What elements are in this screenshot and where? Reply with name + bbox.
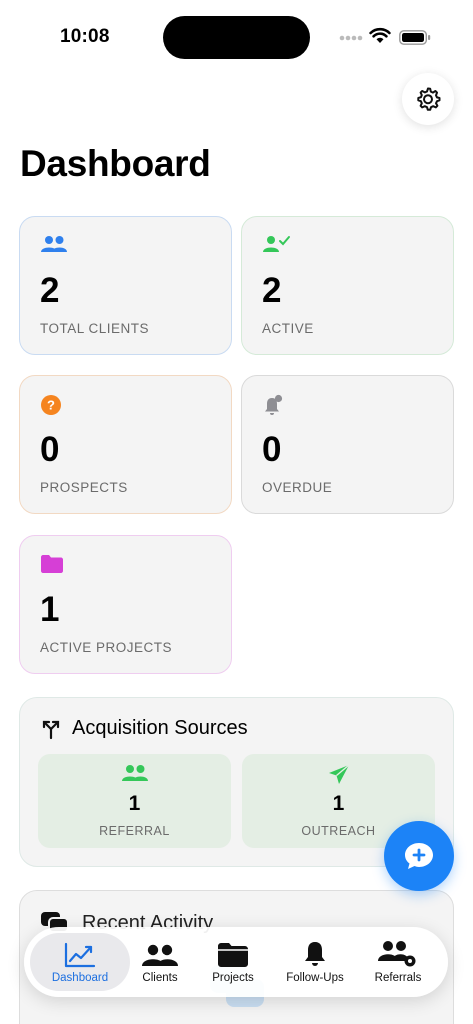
- tab-dashboard[interactable]: Dashboard: [30, 933, 130, 991]
- overdue-card[interactable]: 0 OVERDUE: [241, 375, 454, 514]
- stat-value: 2: [40, 271, 60, 310]
- people-gear-icon: [378, 938, 418, 968]
- stat-label: ACTIVE: [262, 321, 314, 336]
- tab-referrals[interactable]: Referrals: [358, 933, 438, 991]
- tab-label: Projects: [212, 972, 254, 984]
- stat-value: 0: [262, 430, 282, 469]
- settings-button[interactable]: [402, 73, 454, 125]
- people-icon: [40, 235, 68, 260]
- gear-icon: [417, 87, 441, 111]
- person-check-icon: [262, 235, 292, 260]
- total-clients-card[interactable]: 2 TOTAL CLIENTS: [19, 216, 232, 355]
- source-label: REFERRAL: [99, 824, 170, 838]
- wifi-icon: [369, 27, 391, 43]
- stat-label: OVERDUE: [262, 480, 333, 495]
- tab-label: Clients: [142, 972, 178, 984]
- stat-label: TOTAL CLIENTS: [40, 321, 150, 336]
- new-message-button[interactable]: [384, 821, 454, 891]
- stat-value: 0: [40, 430, 60, 469]
- bell-badge-icon: [262, 394, 286, 423]
- prospects-card[interactable]: ? 0 PROSPECTS: [19, 375, 232, 514]
- folder-icon: [217, 938, 249, 968]
- tab-bar: Dashboard Clients Projects Follow-Ups Re…: [24, 927, 448, 997]
- page-title: Dashboard: [20, 143, 211, 184]
- paperplane-icon: [242, 764, 435, 791]
- battery-icon: [399, 30, 431, 45]
- cellular-signal-icon: [339, 35, 363, 41]
- tab-label: Dashboard: [51, 972, 109, 984]
- active-projects-card[interactable]: 1 ACTIVE PROJECTS: [19, 535, 232, 674]
- svg-text:?: ?: [47, 398, 55, 413]
- chart-line-icon: [64, 938, 96, 968]
- tab-follow-ups[interactable]: Follow-Ups: [275, 933, 355, 991]
- referral-source-tile[interactable]: 1 REFERRAL: [38, 754, 231, 848]
- active-card[interactable]: 2 ACTIVE: [241, 216, 454, 355]
- source-value: 1: [128, 792, 141, 815]
- tab-label: Referrals: [374, 972, 422, 984]
- stat-label: ACTIVE PROJECTS: [40, 640, 173, 655]
- question-circle-icon: ?: [40, 394, 62, 421]
- source-value: 1: [332, 792, 345, 815]
- stat-value: 1: [40, 590, 60, 629]
- stat-label: PROSPECTS: [40, 480, 128, 495]
- people-icon: [141, 938, 179, 968]
- stat-value: 2: [262, 271, 282, 310]
- status-time: 10:08: [60, 26, 110, 47]
- bell-icon: [302, 938, 328, 968]
- dynamic-island: [163, 16, 310, 59]
- tab-projects[interactable]: Projects: [193, 933, 273, 991]
- tab-label: Follow-Ups: [286, 972, 344, 984]
- tab-clients[interactable]: Clients: [120, 933, 200, 991]
- split-arrow-icon: [40, 718, 62, 745]
- people-icon: [38, 764, 231, 789]
- folder-icon: [40, 554, 64, 579]
- acquisition-title: Acquisition Sources: [72, 717, 248, 739]
- message-plus-icon: [405, 843, 433, 869]
